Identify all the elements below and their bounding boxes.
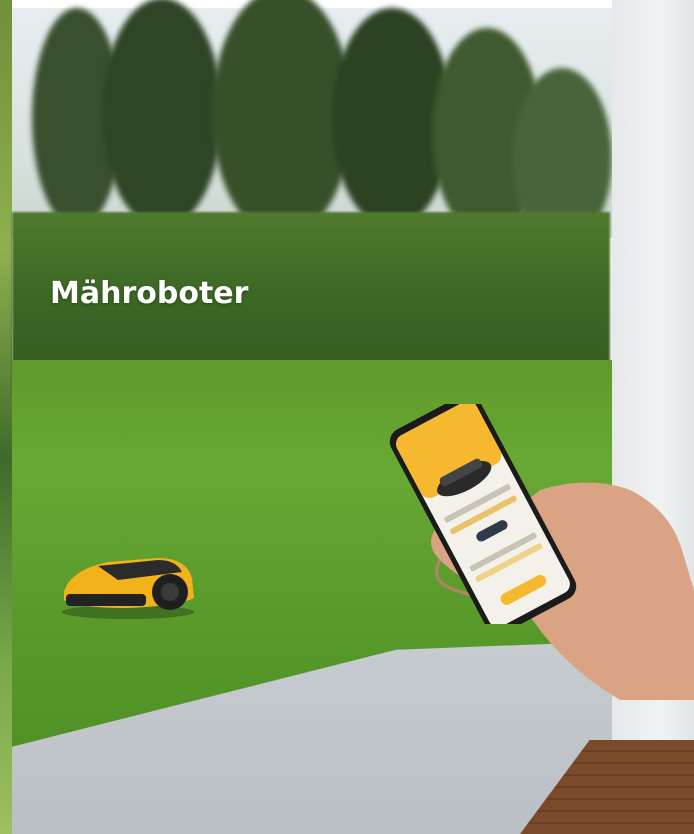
left-foliage-strip <box>0 0 12 834</box>
smartphone-icon <box>389 404 577 624</box>
page-title: Mähroboter <box>50 276 249 311</box>
sky-background <box>12 0 612 248</box>
photo-scene: Mähroboter <box>0 0 694 834</box>
robot-mower-icon <box>62 558 194 619</box>
